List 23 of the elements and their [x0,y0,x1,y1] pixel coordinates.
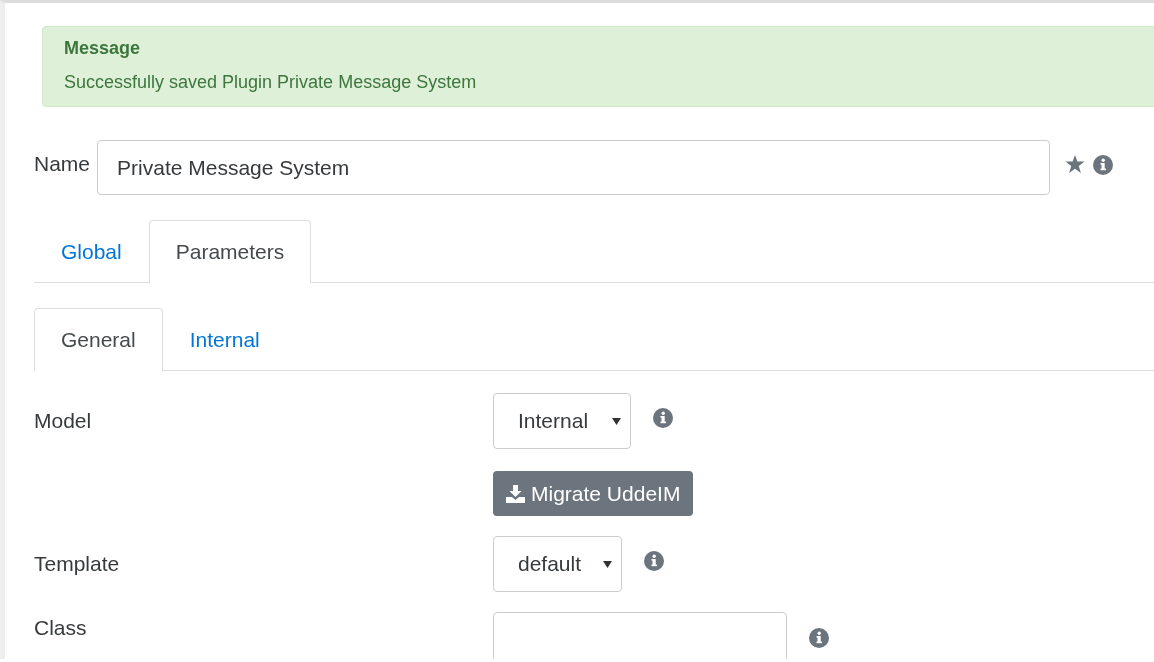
alert-message: Successfully saved Plugin Private Message System [64,72,478,93]
select-field[interactable]: Internal [493,393,632,449]
info-icon [653,408,674,428]
field-label: Model [34,408,93,433]
name-label: Name [34,152,91,176]
star-icon[interactable] [1065,155,1086,174]
info-icon [644,551,665,571]
info-icon [1093,155,1114,175]
field-label: Template [34,551,121,576]
tab[interactable]: Parameters [148,220,312,283]
info-icon [809,628,829,648]
caret-icon [612,417,622,425]
name-field[interactable]: Private Message System [97,140,1051,195]
tab[interactable]: Global [34,220,149,283]
caret-icon [603,560,613,568]
tab[interactable]: Internal [162,308,287,371]
migrate-button[interactable]: Migrate UddeIM [493,471,694,516]
tab[interactable]: General [34,308,163,371]
download-icon [506,484,525,503]
field-label: Class [34,615,88,640]
select-field[interactable]: default [493,536,623,592]
input-field[interactable] [493,612,787,659]
alert-title: Message [64,38,142,59]
